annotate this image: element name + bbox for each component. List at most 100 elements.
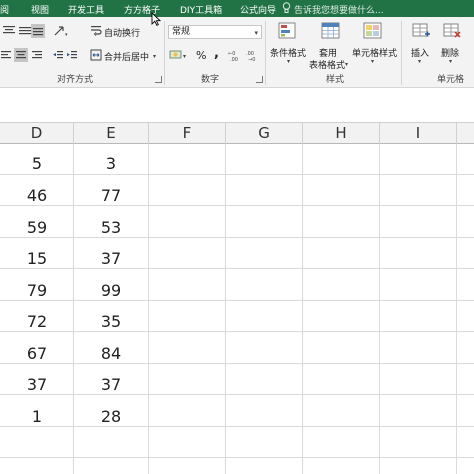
gridline bbox=[0, 331, 474, 332]
cell-styles-icon bbox=[363, 22, 382, 39]
gridline bbox=[0, 205, 474, 206]
tab-review[interactable]: 阅 bbox=[0, 3, 9, 16]
tab-developer[interactable]: 开发工具 bbox=[68, 3, 104, 16]
chevron-down-icon: ▾ bbox=[418, 58, 422, 65]
gridline bbox=[0, 426, 474, 427]
alignment-group-label: 对齐方式 bbox=[57, 75, 94, 85]
gridline bbox=[0, 174, 474, 175]
merge-center-icon bbox=[90, 49, 102, 61]
cell-d4[interactable]: 15 bbox=[0, 249, 74, 268]
gridline bbox=[0, 394, 474, 395]
merge-dropdown-icon[interactable]: ▾ bbox=[153, 53, 156, 60]
chevron-down-icon: ▾ bbox=[371, 58, 375, 65]
cell-e6[interactable]: 35 bbox=[74, 312, 148, 331]
gridline bbox=[225, 144, 226, 474]
chevron-down-icon: ▾ bbox=[254, 29, 258, 37]
align-left-icon[interactable] bbox=[0, 49, 12, 61]
formula-bar-area bbox=[0, 87, 474, 122]
number-group-label: 数字 bbox=[201, 75, 220, 85]
format-as-table-label: 表格格式 bbox=[309, 61, 346, 71]
column-header-h[interactable]: H bbox=[303, 123, 380, 144]
mouse-cursor-icon bbox=[151, 12, 161, 26]
cell-styles-button[interactable]: 单元格样式 bbox=[352, 46, 397, 59]
cell-e7[interactable]: 84 bbox=[74, 344, 148, 363]
decrease-decimal-icon[interactable]: .00→0 bbox=[246, 49, 262, 62]
cell-e4[interactable]: 37 bbox=[74, 249, 148, 268]
column-header-g[interactable]: G bbox=[226, 123, 303, 144]
wrap-text-icon bbox=[91, 26, 102, 36]
cell-e3[interactable]: 53 bbox=[74, 218, 148, 237]
align-center-icon[interactable] bbox=[14, 48, 28, 62]
group-separator bbox=[265, 21, 266, 85]
gridline bbox=[0, 268, 474, 269]
format-as-table-icon bbox=[321, 22, 340, 39]
cell-d8[interactable]: 37 bbox=[0, 375, 74, 394]
delete-cells-icon bbox=[443, 23, 461, 38]
gridline bbox=[0, 457, 474, 458]
ribbon-body: ▾ 自动换行 合并后居中 ▾ 对齐方式 常规 ▾ ▾ % , ←0 .00 .0… bbox=[0, 17, 474, 87]
cell-d5[interactable]: 79 bbox=[0, 281, 74, 300]
align-top-icon[interactable] bbox=[2, 25, 16, 37]
cell-e1[interactable]: 3 bbox=[74, 154, 148, 173]
column-header-f[interactable]: F bbox=[149, 123, 226, 144]
cell-e8[interactable]: 37 bbox=[74, 375, 148, 394]
svg-text:.00: .00 bbox=[230, 57, 238, 62]
svg-text:→0: →0 bbox=[248, 57, 255, 62]
gridline bbox=[0, 300, 474, 301]
cell-d2[interactable]: 46 bbox=[0, 186, 74, 205]
spreadsheet-grid[interactable]: 5 3 46 77 59 53 15 37 79 99 72 35 67 84 … bbox=[0, 144, 474, 474]
insert-cells-icon bbox=[412, 23, 430, 37]
chevron-down-icon: ▾ bbox=[287, 58, 291, 65]
conditional-format-icon bbox=[278, 22, 296, 39]
lightbulb-icon bbox=[282, 2, 291, 13]
group-separator bbox=[164, 21, 165, 85]
gridline bbox=[379, 144, 380, 474]
number-dialog-launcher-icon[interactable] bbox=[256, 76, 263, 83]
chevron-down-icon: ▾ bbox=[345, 61, 349, 68]
cells-group-label: 单元格 bbox=[437, 75, 465, 85]
number-format-select[interactable]: 常规 ▾ bbox=[168, 25, 262, 39]
orientation-icon[interactable]: ▾ bbox=[53, 25, 69, 37]
decrease-indent-icon[interactable] bbox=[52, 49, 64, 61]
number-format-value: 常规 bbox=[172, 27, 191, 37]
merge-center-button[interactable]: 合并后居中 bbox=[104, 50, 149, 63]
column-header-row: D E F G H I bbox=[0, 122, 474, 144]
align-bottom-icon[interactable] bbox=[31, 24, 45, 38]
column-header-i[interactable]: I bbox=[380, 123, 457, 144]
chevron-down-icon: ▾ bbox=[449, 58, 453, 65]
gridline bbox=[148, 144, 149, 474]
percent-style-button[interactable]: % bbox=[196, 49, 206, 62]
cell-d9[interactable]: 1 bbox=[0, 407, 74, 426]
excel-window: 阅 视图 开发工具 方方格子 DIY工具箱 公式向导 告诉我您想要做什么... … bbox=[0, 0, 474, 474]
alignment-dialog-launcher-icon[interactable] bbox=[155, 76, 162, 83]
accounting-format-icon[interactable]: ▾ bbox=[169, 49, 189, 62]
tab-formula-wizard[interactable]: 公式向导 bbox=[240, 3, 276, 16]
increase-decimal-icon[interactable]: ←0.00 bbox=[228, 49, 244, 62]
align-right-icon[interactable] bbox=[31, 49, 43, 61]
cell-e2[interactable]: 77 bbox=[74, 186, 148, 205]
tell-me-search[interactable]: 告诉我您想要做什么... bbox=[294, 3, 384, 16]
cell-d3[interactable]: 59 bbox=[0, 218, 74, 237]
cell-d7[interactable]: 67 bbox=[0, 344, 74, 363]
cell-d6[interactable]: 72 bbox=[0, 312, 74, 331]
group-separator bbox=[401, 21, 402, 85]
wrap-text-button[interactable]: 自动换行 bbox=[104, 26, 140, 39]
comma-style-button[interactable]: , bbox=[214, 46, 219, 61]
ribbon-tab-bar: 阅 视图 开发工具 方方格子 DIY工具箱 公式向导 告诉我您想要做什么... bbox=[0, 0, 474, 17]
gridline bbox=[302, 144, 303, 474]
column-header-e[interactable]: E bbox=[74, 123, 149, 144]
gridline bbox=[456, 144, 457, 474]
column-header-d[interactable]: D bbox=[0, 123, 74, 144]
svg-text:▾: ▾ bbox=[183, 53, 186, 60]
gridline bbox=[0, 363, 474, 364]
styles-group-label: 样式 bbox=[326, 75, 345, 85]
cell-e5[interactable]: 99 bbox=[74, 281, 148, 300]
gridline bbox=[0, 237, 474, 238]
cell-d1[interactable]: 5 bbox=[0, 154, 74, 173]
tab-diy-toolbox[interactable]: DIY工具箱 bbox=[180, 3, 222, 16]
increase-indent-icon[interactable] bbox=[66, 49, 78, 61]
tab-view[interactable]: 视图 bbox=[31, 3, 49, 16]
cell-e9[interactable]: 28 bbox=[74, 407, 148, 426]
svg-text:▾: ▾ bbox=[65, 32, 68, 37]
align-middle-icon[interactable] bbox=[18, 25, 32, 37]
